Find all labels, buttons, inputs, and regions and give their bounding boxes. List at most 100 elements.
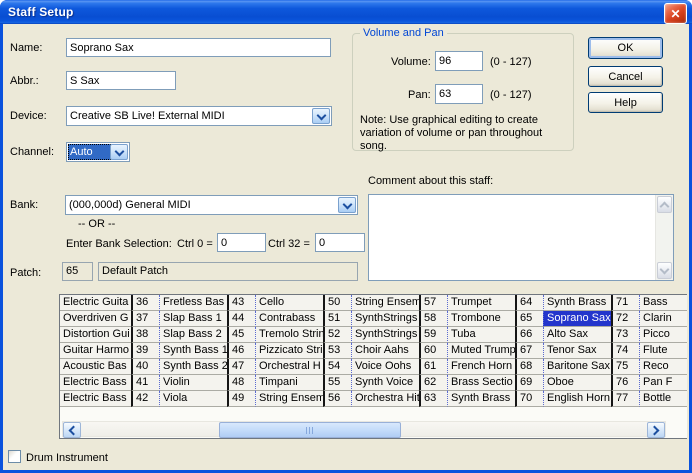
patch-number-cell[interactable]: 76 <box>611 375 639 391</box>
ok-button[interactable]: OK <box>588 37 663 59</box>
patch-name-cell[interactable]: Orchestral H <box>255 359 323 375</box>
name-input[interactable] <box>66 38 331 57</box>
device-combobox[interactable]: Creative SB Live! External MIDI <box>66 106 332 126</box>
patch-name-cell[interactable]: Choir Aahs <box>351 343 419 359</box>
scroll-up-button[interactable] <box>657 196 672 213</box>
patch-number-cell[interactable]: 49 <box>227 391 255 407</box>
abbr-input[interactable] <box>66 71 176 90</box>
pan-input[interactable] <box>435 84 483 104</box>
patch-number-cell[interactable]: 42 <box>131 391 159 407</box>
patch-number-cell[interactable]: 72 <box>611 311 639 327</box>
patch-number-cell[interactable]: 61 <box>419 359 447 375</box>
patch-number-cell[interactable]: 71 <box>611 295 639 311</box>
patch-name-cell[interactable]: SynthStrings <box>351 311 419 327</box>
patch-number-cell[interactable]: 40 <box>131 359 159 375</box>
patch-number-cell[interactable]: 39 <box>131 343 159 359</box>
patch-number-cell[interactable]: 56 <box>323 391 351 407</box>
patch-number-cell[interactable]: 38 <box>131 327 159 343</box>
patch-name-cell[interactable]: Reco <box>639 359 687 375</box>
patch-name-cell[interactable]: Flute <box>639 343 687 359</box>
title-bar[interactable]: Staff Setup ✕ <box>0 0 692 24</box>
bank-combobox[interactable]: (000,000d) General MIDI <box>65 195 358 215</box>
patch-number-cell[interactable]: 63 <box>419 391 447 407</box>
patch-number-cell[interactable]: 66 <box>515 327 543 343</box>
patch-number-cell[interactable]: 75 <box>611 359 639 375</box>
patch-name-cell[interactable]: Synth Brass <box>447 391 515 407</box>
patch-name-cell[interactable]: Clarin <box>639 311 687 327</box>
patch-name-cell[interactable]: Acoustic Bas <box>60 359 131 375</box>
patch-number-cell[interactable]: 43 <box>227 295 255 311</box>
patch-name-cell[interactable]: String Ensem <box>351 295 419 311</box>
channel-combobox[interactable]: Auto <box>66 142 130 162</box>
patch-name-cell[interactable]: Oboe <box>543 375 611 391</box>
patch-name-cell[interactable]: Tremolo Strin <box>255 327 323 343</box>
patch-number-cell[interactable]: 65 <box>515 311 543 327</box>
volume-input[interactable] <box>435 51 483 71</box>
patch-number-cell[interactable]: 64 <box>515 295 543 311</box>
patch-name-cell[interactable]: Picco <box>639 327 687 343</box>
channel-dropdown-button[interactable] <box>110 144 128 160</box>
patch-table-scrollbar[interactable] <box>62 421 666 437</box>
bank-dropdown-button[interactable] <box>338 197 356 213</box>
patch-number-cell[interactable]: 44 <box>227 311 255 327</box>
patch-name-cell[interactable]: Tuba <box>447 327 515 343</box>
patch-number-cell[interactable]: 68 <box>515 359 543 375</box>
patch-name-cell[interactable]: English Horn <box>543 391 611 407</box>
patch-number-cell[interactable]: 55 <box>323 375 351 391</box>
patch-number-cell[interactable]: 57 <box>419 295 447 311</box>
patch-number-cell[interactable]: 73 <box>611 327 639 343</box>
patch-name-cell[interactable]: French Horn <box>447 359 515 375</box>
patch-number-cell[interactable]: 45 <box>227 327 255 343</box>
device-dropdown-button[interactable] <box>312 108 330 124</box>
patch-number-cell[interactable]: 46 <box>227 343 255 359</box>
patch-number-cell[interactable]: 50 <box>323 295 351 311</box>
patch-number-cell[interactable]: 54 <box>323 359 351 375</box>
patch-name-cell[interactable]: Viola <box>159 391 227 407</box>
patch-number-cell[interactable]: 36 <box>131 295 159 311</box>
patch-name-cell[interactable]: Electric Guita <box>60 295 131 311</box>
patch-number-cell[interactable]: 51 <box>323 311 351 327</box>
patch-name-cell[interactable]: Brass Sectio <box>447 375 515 391</box>
patch-number-cell[interactable]: 74 <box>611 343 639 359</box>
patch-name-cell[interactable]: Electric Bass <box>60 375 131 391</box>
patch-name-cell[interactable]: SynthStrings <box>351 327 419 343</box>
comment-textarea[interactable] <box>368 194 674 281</box>
ctrl32-input[interactable] <box>315 233 365 252</box>
cancel-button[interactable]: Cancel <box>588 66 663 87</box>
patch-number-cell[interactable]: 58 <box>419 311 447 327</box>
patch-name-cell[interactable]: Cello <box>255 295 323 311</box>
patch-name-cell[interactable]: Slap Bass 1 <box>159 311 227 327</box>
patch-number-cell[interactable]: 69 <box>515 375 543 391</box>
ctrl0-input[interactable] <box>217 233 266 252</box>
patch-name-cell[interactable]: Electric Bass <box>60 391 131 407</box>
scroll-left-button[interactable] <box>63 422 81 438</box>
patch-number-cell[interactable]: 47 <box>227 359 255 375</box>
patch-name-cell[interactable]: Contrabass <box>255 311 323 327</box>
patch-number-cell[interactable]: 53 <box>323 343 351 359</box>
patch-name-cell[interactable]: Alto Sax <box>543 327 611 343</box>
patch-name-cell[interactable]: Tenor Sax <box>543 343 611 359</box>
patch-number-cell[interactable]: 48 <box>227 375 255 391</box>
patch-name-cell[interactable]: Trombone <box>447 311 515 327</box>
patch-name-cell[interactable]: Synth Bass 2 <box>159 359 227 375</box>
patch-name-cell[interactable]: Pizzicato Stri <box>255 343 323 359</box>
patch-name-cell[interactable]: Guitar Harmo <box>60 343 131 359</box>
help-button[interactable]: Help <box>588 92 663 113</box>
patch-number-cell[interactable]: 67 <box>515 343 543 359</box>
patch-number-cell[interactable]: 70 <box>515 391 543 407</box>
patch-number-cell[interactable]: 59 <box>419 327 447 343</box>
patch-name-cell[interactable]: Synth Voice <box>351 375 419 391</box>
close-button[interactable]: ✕ <box>664 3 687 24</box>
patch-name-cell[interactable]: Muted Trump <box>447 343 515 359</box>
patch-name-cell[interactable]: Bottle <box>639 391 687 407</box>
drum-instrument-checkbox[interactable] <box>8 450 21 463</box>
scrollbar-thumb[interactable] <box>219 422 401 438</box>
comment-scrollbar[interactable] <box>655 195 673 280</box>
patch-name-cell[interactable]: Violin <box>159 375 227 391</box>
patch-name-cell[interactable]: Synth Bass 1 <box>159 343 227 359</box>
patch-number-cell[interactable]: 77 <box>611 391 639 407</box>
scroll-down-button[interactable] <box>657 262 672 279</box>
patch-name-cell[interactable]: Orchestra Hit <box>351 391 419 407</box>
patch-name-cell[interactable]: Baritone Sax <box>543 359 611 375</box>
patch-number-cell[interactable]: 60 <box>419 343 447 359</box>
